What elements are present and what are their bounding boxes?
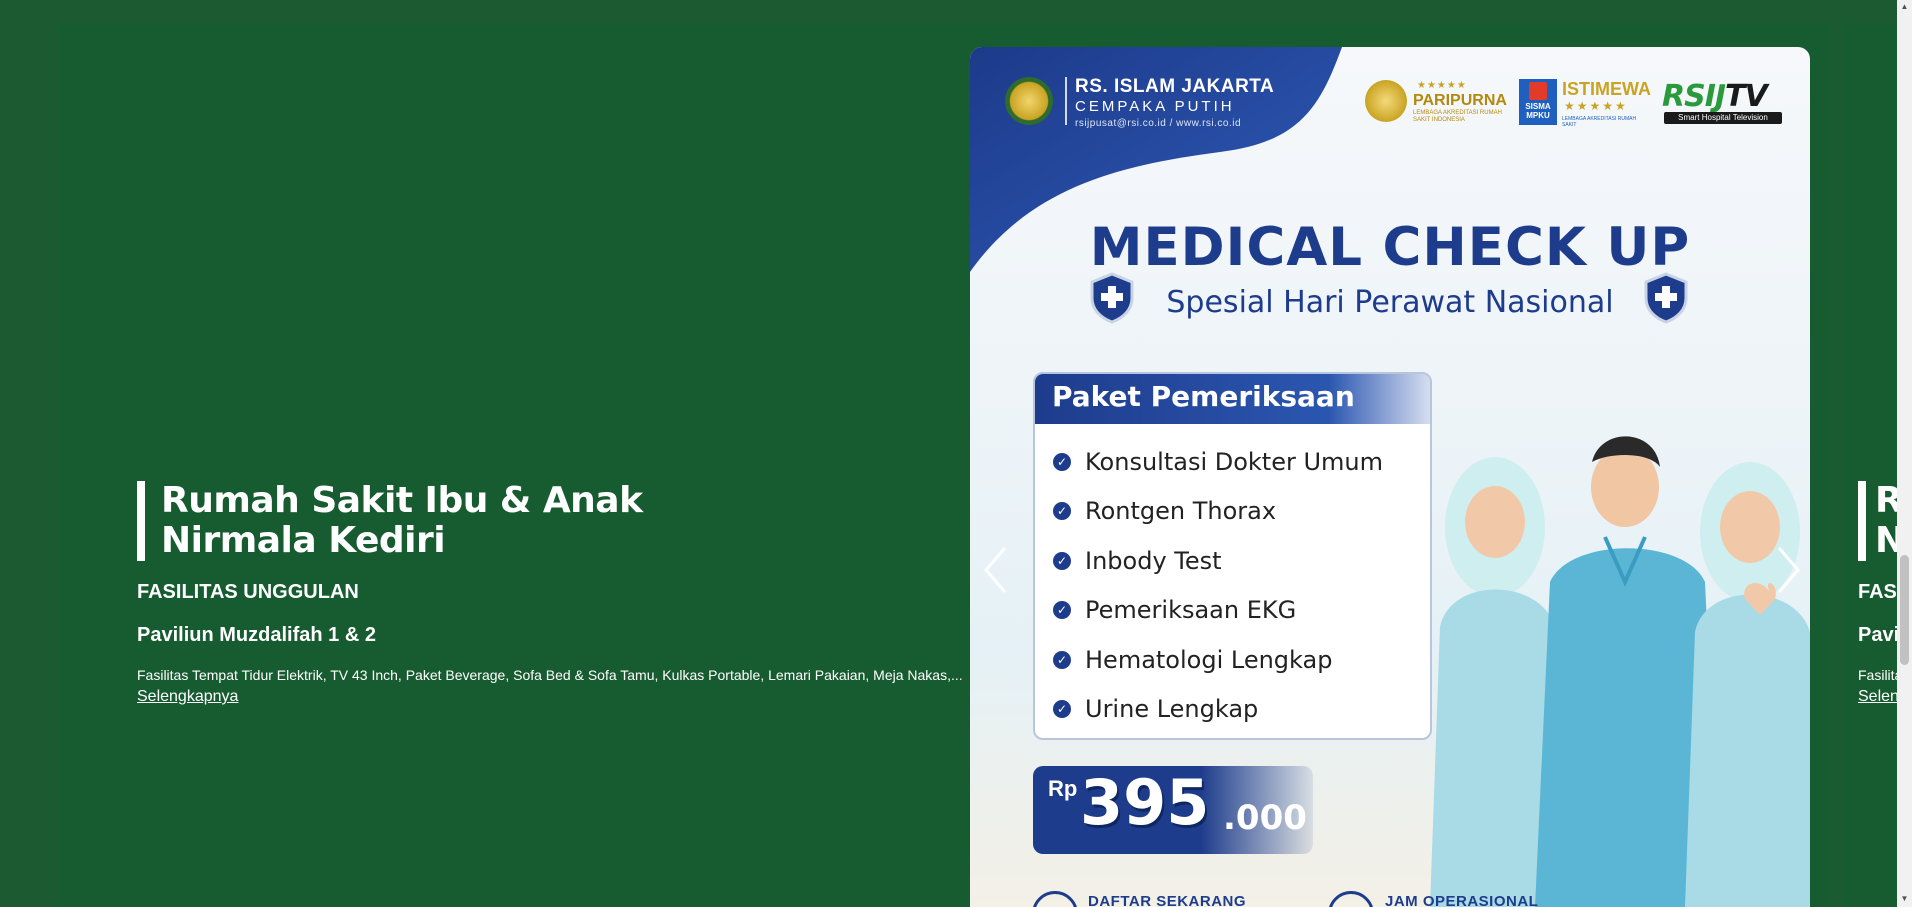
chevron-right-icon <box>1778 547 1800 593</box>
rsijtv-tv: TV <box>1725 79 1768 114</box>
register-icon <box>1032 891 1078 907</box>
check-icon: ✓ <box>1053 650 1071 669</box>
sisma-logo: SISMA MPKU <box>1519 79 1557 125</box>
paripurna-medal-icon <box>1365 80 1407 122</box>
istimewa-badge: SISMA MPKU ISTIMEWA ★★★★★ LEMBAGA AKREDI… <box>1519 79 1651 128</box>
list-item: ✓ Pemeriksaan EKG <box>1053 586 1383 636</box>
clock-icon <box>1328 891 1374 907</box>
rsijtv-tagline: Smart Hospital Television <box>1664 112 1782 124</box>
rsijtv-logo: RSIJTV Smart Hospital Television <box>1662 79 1786 125</box>
nurses-photo <box>1430 436 1810 907</box>
next-slide-read-more-link[interactable]: Seleng <box>1858 688 1901 706</box>
price-cents: .000 <box>1223 798 1307 838</box>
list-item: ✓ Hematologi Lengkap <box>1053 635 1383 685</box>
slide-title-line-2: Nirmala Kediri <box>161 520 446 561</box>
paripurna-sub: LEMBAGA AKREDITASI RUMAH SAKIT INDONESIA <box>1413 110 1502 123</box>
list-item: ✓ Rontgen Thorax <box>1053 487 1383 537</box>
read-more-link[interactable]: Selengkapnya <box>137 688 238 706</box>
hours-cta: JAM OPERASIONAL <box>1385 893 1539 907</box>
scroll-up-icon[interactable]: ▲ <box>1900 2 1909 12</box>
package-item-text: Konsultasi Dokter Umum <box>1085 447 1384 476</box>
next-slide-facility-description: Fasilitas <box>1858 667 1901 683</box>
price-box: Rp 395 .000 <box>1033 766 1313 854</box>
carousel-prev-button[interactable] <box>976 545 1016 595</box>
package-item-text: Hematologi Lengkap <box>1085 645 1333 674</box>
facility-description: Fasilitas Tempat Tidur Elektrik, TV 43 I… <box>137 667 963 683</box>
promo-poster-image: RS. ISLAM JAKARTA CEMPAKA PUTIH rsijpusa… <box>970 47 1810 907</box>
next-slide-facility-title: Pavil <box>1858 624 1901 646</box>
page-scrollbar[interactable] <box>1897 0 1912 907</box>
list-item: ✓ Inbody Test <box>1053 536 1383 586</box>
istimewa-stars: ★★★★★ <box>1564 99 1628 113</box>
section-label: FASILITAS UNGGULAN <box>137 581 359 603</box>
sisma-text: SISMA MPKU <box>1525 102 1551 120</box>
istimewa-sub: LEMBAGA AKREDITASI RUMAH SAKIT <box>1562 116 1637 128</box>
carousel-next-button[interactable] <box>1768 545 1808 595</box>
paripurna-stars: ★★★★★ <box>1417 80 1467 91</box>
hospital-contact: rsijpusat@rsi.co.id / www.rsi.co.id <box>1075 118 1242 129</box>
package-item-text: Urine Lengkap <box>1085 695 1259 724</box>
chevron-left-icon <box>984 547 1006 593</box>
list-item: ✓ Urine Lengkap <box>1053 685 1383 735</box>
hospital-name: RS. ISLAM JAKARTA <box>1075 76 1275 97</box>
next-carousel-slide[interactable]: R N FASI Pavil Fasilitas Seleng <box>1841 24 1901 907</box>
package-box: Paket Pemeriksaan ✓ Konsultasi Dokter Umu… <box>1033 372 1432 740</box>
package-item-text: Inbody Test <box>1085 546 1222 575</box>
istimewa-label: ISTIMEWA <box>1562 79 1651 99</box>
shield-cross-icon <box>1644 272 1688 324</box>
facility-title: Paviliun Muzdalifah 1 & 2 <box>137 624 376 646</box>
check-icon: ✓ <box>1053 700 1071 719</box>
next-slide-title-bar <box>1858 481 1866 561</box>
rsijtv-main: RSIJ <box>1662 79 1726 114</box>
logo-divider <box>1065 77 1067 125</box>
slide-title: Rumah Sakit Ibu & Anak Nirmala Kediri <box>137 481 681 561</box>
hospital-logo <box>1005 77 1053 125</box>
sisma-emblem-icon <box>1529 82 1547 100</box>
scroll-down-icon[interactable]: ▼ <box>1900 894 1909 904</box>
package-title: Paket Pemeriksaan <box>1052 380 1355 413</box>
scrollbar-thumb[interactable] <box>1900 555 1909 665</box>
package-item-text: Rontgen Thorax <box>1085 497 1277 526</box>
paripurna-label: PARIPURNA <box>1413 92 1507 109</box>
price-amount: 395 <box>1080 766 1210 839</box>
poster-headline: MEDICAL CHECK UP <box>1089 217 1691 278</box>
package-title-bar: Paket Pemeriksaan <box>1035 374 1430 424</box>
next-slide-section-label: FASI <box>1858 581 1901 603</box>
list-item: ✓ Konsultasi Dokter Umum <box>1053 437 1383 487</box>
check-icon: ✓ <box>1053 601 1071 620</box>
paripurna-badge: ★★★★★ PARIPURNA LEMBAGA AKREDITASI RUMAH… <box>1365 80 1507 124</box>
hospital-branch: CEMPAKA PUTIH <box>1075 98 1235 115</box>
price-currency: Rp <box>1048 776 1078 801</box>
check-icon: ✓ <box>1053 551 1071 570</box>
slide-title-line-1: Rumah Sakit Ibu & Anak <box>161 480 643 521</box>
package-list: ✓ Konsultasi Dokter Umum ✓ Rontgen Thorax … <box>1053 437 1383 734</box>
check-icon: ✓ <box>1053 452 1071 471</box>
check-icon: ✓ <box>1053 502 1071 521</box>
package-item-text: Pemeriksaan EKG <box>1085 596 1297 625</box>
rsijtv-wordmark: RSIJTV <box>1662 79 1768 114</box>
register-cta: DAFTAR SEKARANG <box>1088 893 1247 907</box>
